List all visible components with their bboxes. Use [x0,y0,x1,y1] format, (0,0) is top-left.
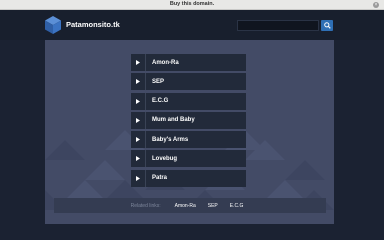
arrow-right-icon [131,150,146,168]
buy-domain-label[interactable]: Buy this domain. [170,0,214,9]
link-item-babys-arms[interactable]: Baby's Arms [131,131,246,149]
search-input[interactable] [237,20,319,31]
link-label[interactable]: Amon-Ra [146,60,179,66]
link-item-sep[interactable]: SEP [131,73,246,91]
arrow-right-icon [131,111,146,129]
link-item-amon-ra[interactable]: Amon-Ra [131,54,246,71]
related-link[interactable]: SEP [208,203,218,209]
close-icon[interactable]: × [373,1,379,8]
link-label[interactable]: SEP [146,79,164,85]
link-label[interactable]: E.C.G [146,98,168,104]
link-item-lovebug[interactable]: Lovebug [131,150,246,168]
related-links-bar: Related links: Amon-Ra SEP E.C.G [54,198,326,213]
site-name[interactable]: Patamonsito.tk [66,20,120,29]
link-item-patra[interactable]: Patra [131,169,246,187]
search-button[interactable] [321,20,333,31]
arrow-right-icon [131,73,146,91]
link-item-ecg[interactable]: E.C.G [131,92,246,110]
logo-cube-icon [45,16,61,34]
main-panel: Amon-Ra SEP E.C.G Mum and Baby Baby's Ar… [45,40,334,224]
arrow-right-icon [131,169,146,187]
link-list: Amon-Ra SEP E.C.G Mum and Baby Baby's Ar… [131,54,246,189]
link-item-mum-and-baby[interactable]: Mum and Baby [131,111,246,129]
link-label[interactable]: Mum and Baby [146,117,195,123]
related-links-title: Related links: [130,202,161,209]
related-link[interactable]: E.C.G [230,203,244,209]
arrow-right-icon [131,54,146,71]
link-label[interactable]: Patra [146,175,167,181]
site-header: Patamonsito.tk [0,10,384,40]
link-label[interactable]: Baby's Arms [146,137,188,143]
buy-domain-bar[interactable]: Buy this domain. × [0,0,384,10]
link-label[interactable]: Lovebug [146,156,177,162]
arrow-right-icon [131,131,146,149]
search-icon [323,22,331,29]
related-link[interactable]: Amon-Ra [175,203,196,209]
arrow-right-icon [131,92,146,110]
